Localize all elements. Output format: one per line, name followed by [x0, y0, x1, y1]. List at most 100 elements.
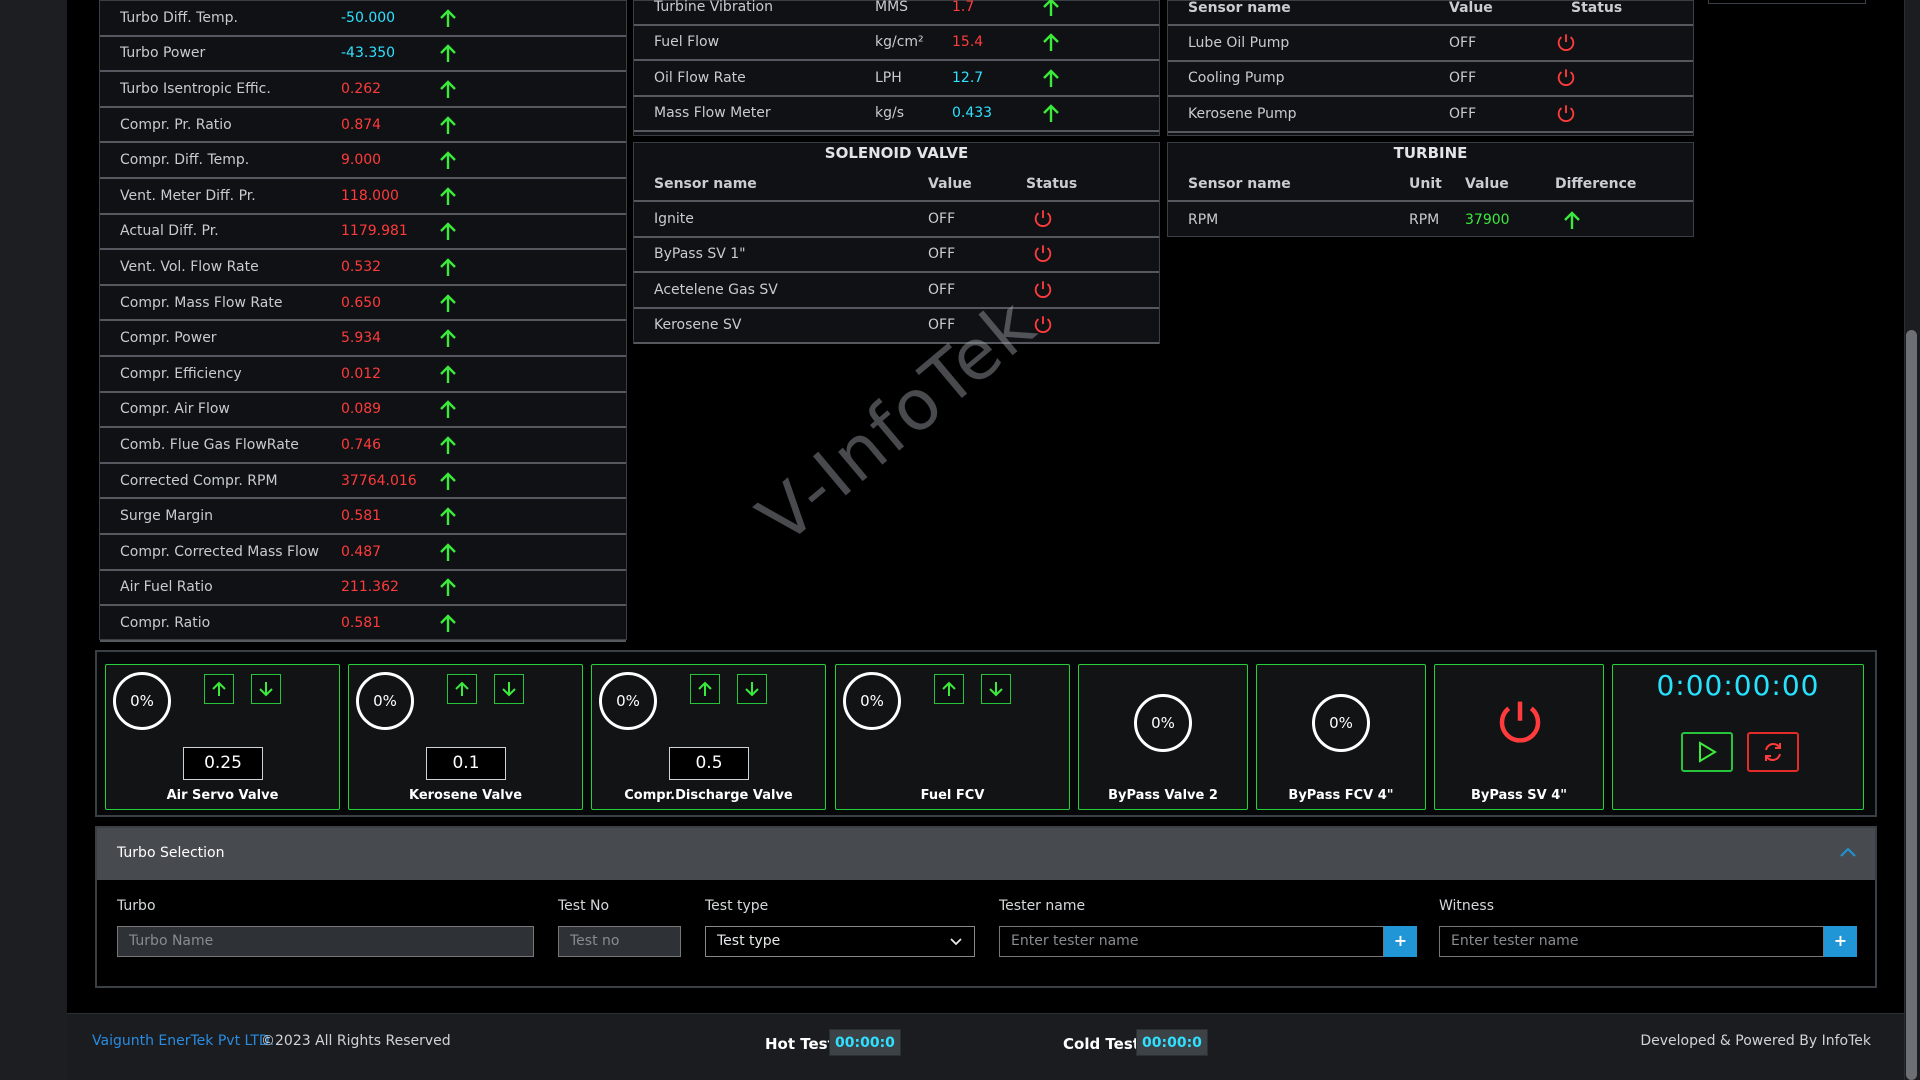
valve-name: Kerosene Valve — [408, 788, 523, 803]
sensor-row: Corrected Compr. RPM 37764.016 — [100, 464, 626, 500]
sensor-row: Turbo Isentropic Effic. 0.262 — [100, 72, 626, 108]
scrollbar-thumb[interactable] — [1906, 330, 1917, 1080]
solenoid-power-icon[interactable] — [1032, 279, 1054, 301]
valve-name: Air Servo Valve — [166, 788, 279, 803]
sensor-label: Air Fuel Ratio — [120, 579, 213, 596]
start-button[interactable] — [1681, 732, 1733, 772]
flow-unit: LPH — [875, 69, 902, 86]
sensor-label: Compr. Pr. Ratio — [120, 116, 232, 133]
pump-power-icon[interactable] — [1555, 67, 1577, 89]
bypass-name: ByPass Valve 2 — [1108, 788, 1218, 803]
flow-unit: kg/cm² — [875, 34, 924, 51]
turbo-selection-title: Turbo Selection — [117, 845, 225, 861]
sensor-label: Turbo Isentropic Effic. — [120, 80, 271, 97]
flow-unit: kg/s — [875, 105, 905, 122]
arrow-up-icon — [440, 9, 456, 27]
turbo-selection-header[interactable]: Turbo Selection — [97, 828, 1875, 880]
sensor-value: 0.746 — [341, 436, 382, 453]
bypass-percent-dial: 0% — [1134, 694, 1192, 752]
header-difference: Difference — [1555, 176, 1637, 192]
sensor-label: Compr. Mass Flow Rate — [120, 294, 283, 311]
flow-sensor-table: Turbine Vibration MMS 1.7 Fuel Flow kg/cm² 15… — [633, 0, 1160, 136]
solenoid-power-icon[interactable] — [1032, 314, 1054, 336]
solenoid-row: Kerosene SV OFF — [634, 309, 1159, 344]
tester-name-input[interactable]: Enter tester name — [999, 926, 1384, 957]
flow-value: 1.7 — [952, 0, 975, 15]
pump-row: Kerosene Pump OFF — [1168, 97, 1693, 133]
bypass-sv-power-button[interactable] — [1493, 696, 1547, 750]
valve-decrease-button[interactable] — [737, 674, 767, 704]
sensor-row: Compr. Ratio 0.581 — [100, 606, 626, 642]
turbine-title: TURBINE — [1393, 144, 1468, 162]
valve-percent-dial: 0% — [843, 672, 901, 730]
turbo-name-input[interactable]: Turbo Name — [117, 926, 534, 957]
arrow-up-icon — [440, 400, 456, 419]
header-status: Status — [1026, 176, 1078, 192]
pump-power-icon[interactable] — [1555, 103, 1577, 125]
sensor-row: Compr. Corrected Mass Flow 0.487 — [100, 535, 626, 571]
solenoid-label: ByPass SV 1" — [654, 246, 746, 263]
arrow-up-icon — [1043, 0, 1059, 16]
add-tester-button[interactable]: + — [1384, 926, 1417, 957]
arrow-up-icon — [440, 436, 456, 454]
solenoid-power-icon[interactable] — [1032, 208, 1054, 230]
sensor-value: 9.000 — [341, 152, 382, 169]
flow-label: Oil Flow Rate — [654, 69, 746, 86]
valve-decrease-button[interactable] — [251, 674, 281, 704]
company-link[interactable]: Vaigunth EnerTek Pvt LTD. — [92, 1033, 274, 1049]
arrow-down-icon — [989, 682, 1003, 697]
valve-setpoint-input[interactable]: 0.1 — [426, 747, 506, 780]
header-value: Value — [1465, 176, 1509, 192]
arrow-up-icon — [440, 44, 456, 63]
valve-card: 0% 0.5 Compr.Discharge Valve — [591, 664, 826, 810]
test-type-select[interactable]: Test type — [705, 926, 975, 957]
valve-card: 0% 0.25 Air Servo Valve — [105, 664, 340, 810]
valve-name: Fuel FCV — [920, 788, 985, 803]
arrow-up-icon — [440, 507, 456, 526]
sensor-value: 0.089 — [341, 401, 382, 418]
witness-input[interactable]: Enter tester name — [1439, 926, 1824, 957]
valve-percent-dial: 0% — [599, 672, 657, 730]
arrow-up-icon — [1043, 69, 1059, 87]
add-witness-button[interactable]: + — [1824, 926, 1857, 957]
control-strip: 0% 0.25 Air Servo Valve 0% 0.1 Kerosene Valve… — [95, 650, 1877, 817]
reset-button[interactable] — [1747, 732, 1799, 772]
valve-decrease-button[interactable] — [981, 674, 1011, 704]
pump-value: OFF — [1449, 70, 1477, 87]
valve-increase-button[interactable] — [934, 674, 964, 704]
pump-label: Lube Oil Pump — [1188, 34, 1290, 51]
valve-decrease-button[interactable] — [494, 674, 524, 704]
valve-increase-button[interactable] — [447, 674, 477, 704]
witness-label: Witness — [1439, 898, 1494, 914]
sensor-row: Actual Diff. Pr. 1179.981 — [100, 215, 626, 251]
valve-setpoint-input[interactable]: 0.25 — [183, 747, 263, 780]
cold-test-label: Cold Test: — [1063, 1035, 1146, 1053]
sensor-row: Compr. Diff. Temp. 9.000 — [100, 143, 626, 179]
left-sensor-table: Turbo Diff. Temp. -50.000 Turbo Power -43.3… — [99, 0, 627, 642]
test-no-label: Test No — [558, 898, 610, 914]
bypass-card: 0% ByPass FCV 4" — [1256, 664, 1426, 810]
sensor-label: Comb. Flue Gas FlowRate — [120, 436, 299, 453]
valve-setpoint-input[interactable]: 0.5 — [669, 747, 749, 780]
chevron-up-icon[interactable] — [1839, 846, 1857, 858]
sensor-value: 118.000 — [341, 187, 399, 204]
solenoid-power-icon[interactable] — [1032, 243, 1054, 265]
arrow-up-icon — [440, 258, 456, 276]
pump-value: OFF — [1449, 105, 1477, 122]
arrow-down-icon — [259, 682, 273, 697]
solenoid-header-row: Sensor name Value Status — [634, 168, 1159, 202]
valve-increase-button[interactable] — [690, 674, 720, 704]
footer: Vaigunth EnerTek Pvt LTD. ©2023 All Righ… — [67, 1013, 1904, 1080]
pump-status-panel: Sensor name Value Status Lube Oil Pump OFF Co… — [1167, 0, 1694, 136]
arrow-up-icon — [440, 151, 456, 170]
valve-increase-button[interactable] — [204, 674, 234, 704]
arrow-up-icon — [440, 293, 456, 312]
flow-row: Mass Flow Meter kg/s 0.433 — [634, 97, 1159, 132]
sensor-value: 0.581 — [341, 508, 382, 525]
flow-row: Fuel Flow kg/cm² 15.4 — [634, 26, 1159, 61]
pump-power-icon[interactable] — [1555, 32, 1577, 54]
sensor-value: -50.000 — [341, 9, 396, 26]
solenoid-value: OFF — [928, 281, 956, 298]
test-no-input[interactable]: Test no — [558, 926, 681, 957]
sensor-label: Compr. Efficiency — [120, 365, 242, 382]
